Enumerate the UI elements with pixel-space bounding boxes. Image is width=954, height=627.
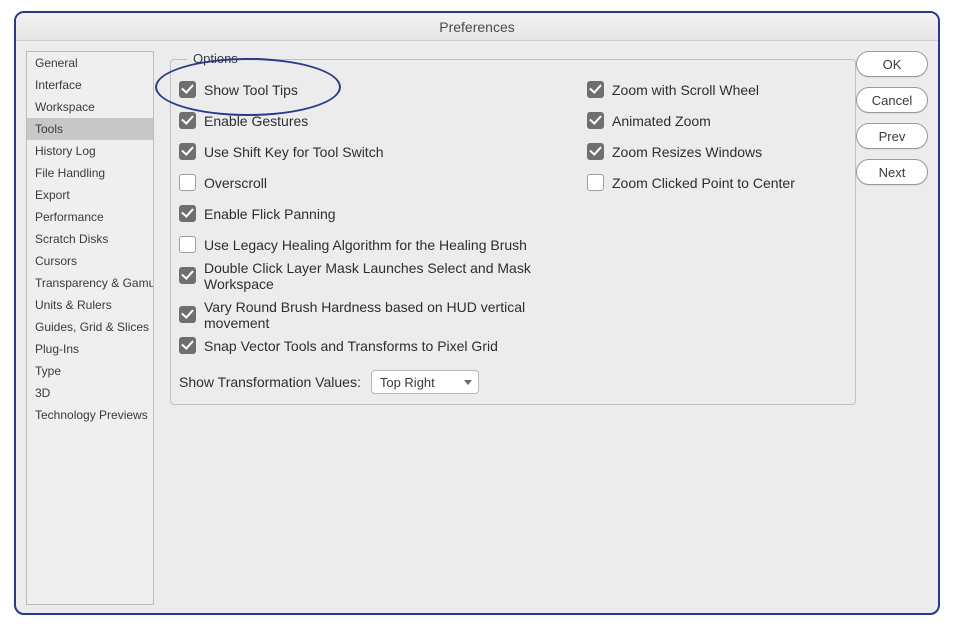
checkbox-show_tooltips[interactable] — [179, 81, 196, 98]
option-row-vary_brush_hardness: Vary Round Brush Hardness based on HUD v… — [179, 299, 587, 330]
sidebar-item-technology-previews[interactable]: Technology Previews — [27, 404, 153, 426]
prev-button[interactable]: Prev — [856, 123, 928, 149]
option-label-snap_vector: Snap Vector Tools and Transforms to Pixe… — [204, 338, 498, 354]
option-label-dbl_click_layer_mask: Double Click Layer Mask Launches Select … — [204, 260, 587, 292]
option-row-overscroll: Overscroll — [179, 167, 587, 198]
option-row-zoom_click_center: Zoom Clicked Point to Center — [587, 167, 845, 198]
option-row-flick_panning: Enable Flick Panning — [179, 198, 587, 229]
option-label-flick_panning: Enable Flick Panning — [204, 206, 336, 222]
option-label-zoom_scroll_wheel: Zoom with Scroll Wheel — [612, 82, 759, 98]
preferences-window: Preferences GeneralInterfaceWorkspaceToo… — [14, 11, 940, 615]
sidebar: GeneralInterfaceWorkspaceToolsHistory Lo… — [26, 51, 154, 605]
option-row-zoom_resizes_windows: Zoom Resizes Windows — [587, 136, 845, 167]
option-label-enable_gestures: Enable Gestures — [204, 113, 308, 129]
sidebar-item-export[interactable]: Export — [27, 184, 153, 206]
checkbox-flick_panning[interactable] — [179, 205, 196, 222]
sidebar-item-transparency-gamut[interactable]: Transparency & Gamut — [27, 272, 153, 294]
transform-values-value: Top Right — [380, 375, 435, 390]
option-label-animated_zoom: Animated Zoom — [612, 113, 711, 129]
checkbox-zoom_resizes_windows[interactable] — [587, 143, 604, 160]
options-panel: Options Show Tool TipsEnable GesturesUse… — [170, 59, 856, 405]
options-column-right: Zoom with Scroll Wheel Animated Zoom Zoom … — [587, 74, 845, 361]
option-row-zoom_scroll_wheel: Zoom with Scroll Wheel — [587, 74, 845, 105]
option-label-legacy_healing: Use Legacy Healing Algorithm for the Hea… — [204, 237, 527, 253]
sidebar-item-workspace[interactable]: Workspace — [27, 96, 153, 118]
checkbox-snap_vector[interactable] — [179, 337, 196, 354]
option-row-show_tooltips: Show Tool Tips — [179, 74, 587, 105]
window-body: GeneralInterfaceWorkspaceToolsHistory Lo… — [26, 51, 928, 605]
sidebar-item-general[interactable]: General — [27, 52, 153, 74]
sidebar-item-performance[interactable]: Performance — [27, 206, 153, 228]
sidebar-item-interface[interactable]: Interface — [27, 74, 153, 96]
next-button[interactable]: Next — [856, 159, 928, 185]
option-label-zoom_resizes_windows: Zoom Resizes Windows — [612, 144, 762, 160]
checkbox-shift_tool_switch[interactable] — [179, 143, 196, 160]
sidebar-item-cursors[interactable]: Cursors — [27, 250, 153, 272]
window-title: Preferences — [16, 13, 938, 41]
checkbox-overscroll[interactable] — [179, 174, 196, 191]
option-row-animated_zoom: Animated Zoom — [587, 105, 845, 136]
option-row-dbl_click_layer_mask: Double Click Layer Mask Launches Select … — [179, 260, 587, 291]
checkbox-legacy_healing[interactable] — [179, 236, 196, 253]
option-row-snap_vector: Snap Vector Tools and Transforms to Pixe… — [179, 330, 587, 361]
option-row-enable_gestures: Enable Gestures — [179, 105, 587, 136]
sidebar-item-file-handling[interactable]: File Handling — [27, 162, 153, 184]
option-row-shift_tool_switch: Use Shift Key for Tool Switch — [179, 136, 587, 167]
checkbox-dbl_click_layer_mask[interactable] — [179, 267, 196, 284]
checkbox-enable_gestures[interactable] — [179, 112, 196, 129]
sidebar-item-plug-ins[interactable]: Plug-Ins — [27, 338, 153, 360]
main-area: Options Show Tool Tips Enable Gestures Use… — [164, 51, 928, 605]
options-column-left: Show Tool Tips Enable Gestures Use Shift K… — [179, 74, 587, 361]
panel-title: Options — [187, 51, 244, 66]
dialog-buttons: OK Cancel Prev Next — [856, 51, 928, 185]
checkbox-zoom_click_center[interactable] — [587, 174, 604, 191]
sidebar-item-history-log[interactable]: History Log — [27, 140, 153, 162]
options-columns: Show Tool Tips Enable Gestures Use Shift K… — [171, 60, 855, 369]
option-label-shift_tool_switch: Use Shift Key for Tool Switch — [204, 144, 383, 160]
transform-values-row: Show Transformation Values: Top Right — [171, 366, 479, 394]
cancel-button[interactable]: Cancel — [856, 87, 928, 113]
transform-values-label: Show Transformation Values: — [179, 374, 361, 390]
sidebar-item-units-rulers[interactable]: Units & Rulers — [27, 294, 153, 316]
sidebar-item-tools[interactable]: Tools — [27, 118, 153, 140]
ok-button[interactable]: OK — [856, 51, 928, 77]
sidebar-item-scratch-disks[interactable]: Scratch Disks — [27, 228, 153, 250]
transform-values-select[interactable]: Top Right — [371, 370, 479, 394]
checkbox-zoom_scroll_wheel[interactable] — [587, 81, 604, 98]
sidebar-item-guides-grid-slices[interactable]: Guides, Grid & Slices — [27, 316, 153, 338]
sidebar-item-type[interactable]: Type — [27, 360, 153, 382]
sidebar-item-3d[interactable]: 3D — [27, 382, 153, 404]
option-label-zoom_click_center: Zoom Clicked Point to Center — [612, 175, 795, 191]
option-label-overscroll: Overscroll — [204, 175, 267, 191]
chevron-down-icon — [464, 380, 472, 385]
option-label-show_tooltips: Show Tool Tips — [204, 82, 298, 98]
checkbox-animated_zoom[interactable] — [587, 112, 604, 129]
checkbox-vary_brush_hardness[interactable] — [179, 306, 196, 323]
option-row-legacy_healing: Use Legacy Healing Algorithm for the Hea… — [179, 229, 587, 260]
option-label-vary_brush_hardness: Vary Round Brush Hardness based on HUD v… — [204, 299, 587, 331]
